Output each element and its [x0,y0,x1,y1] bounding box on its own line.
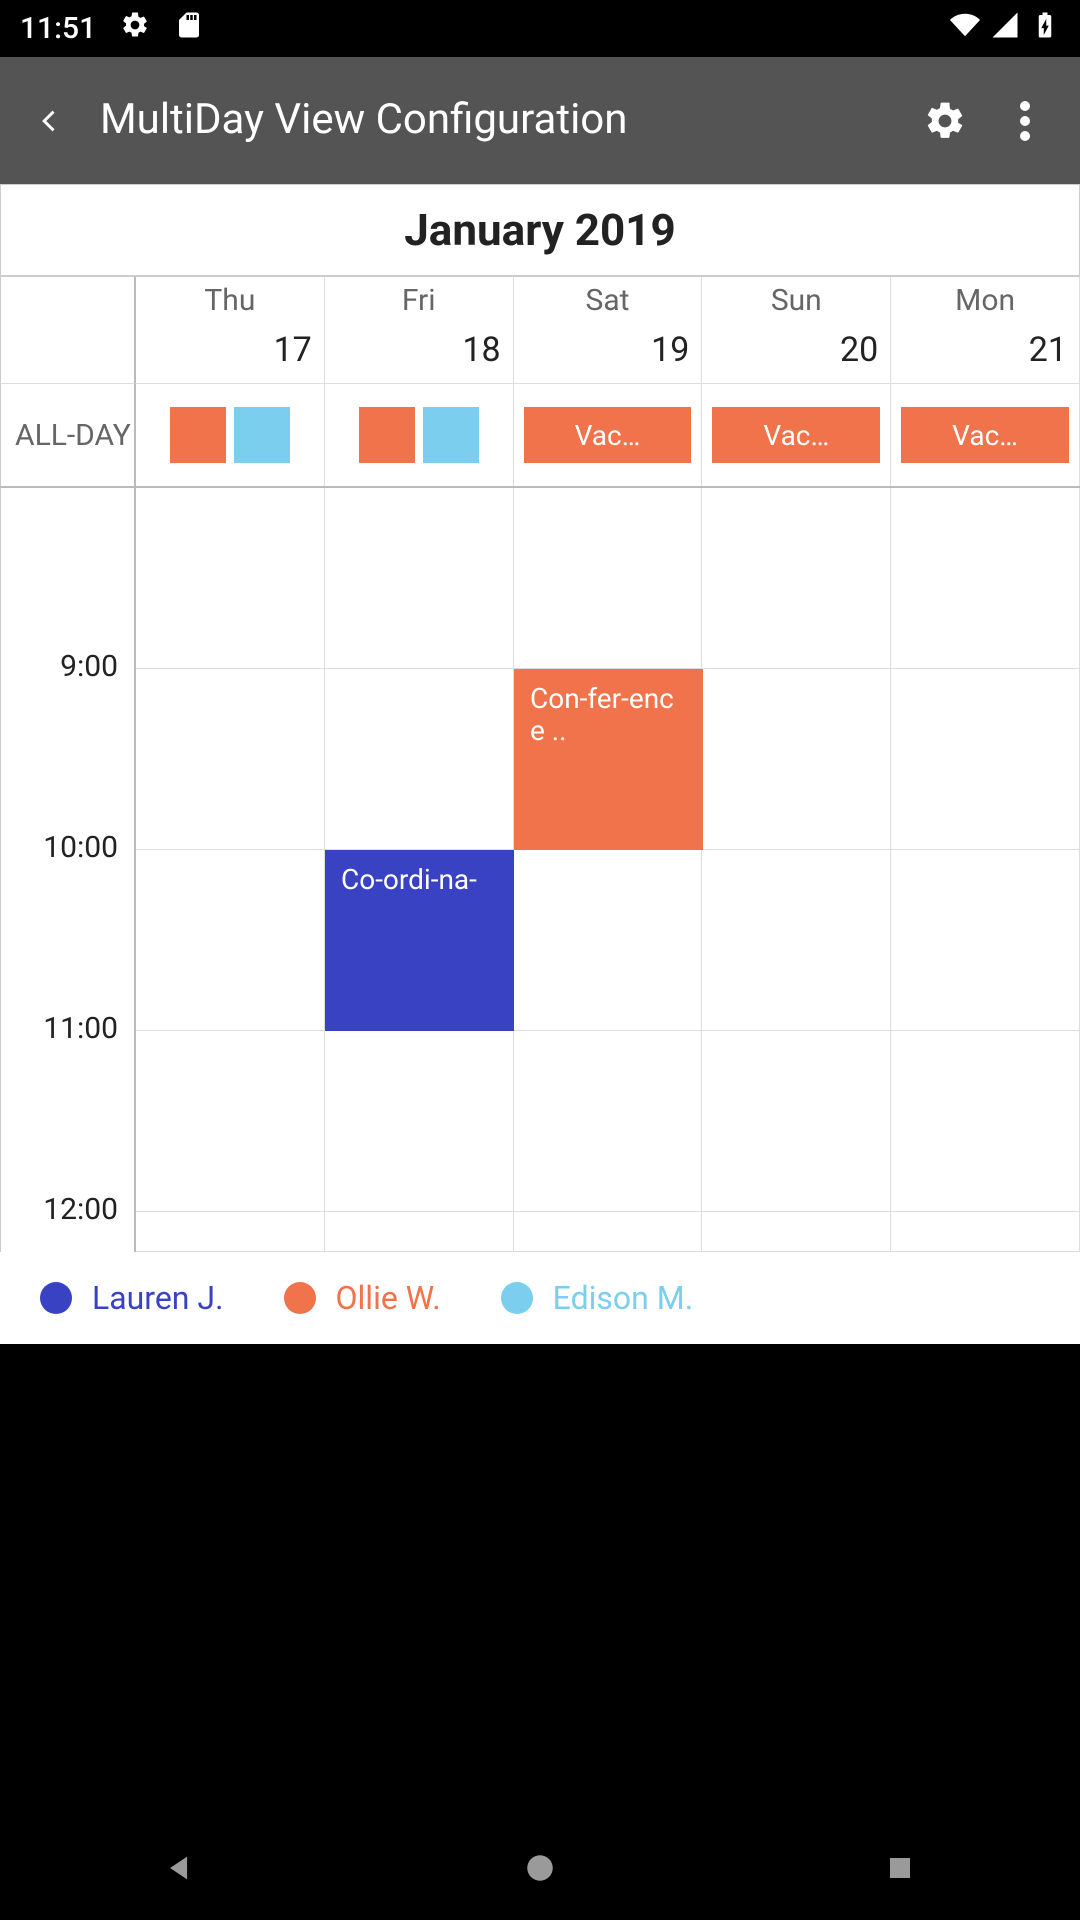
day-name[interactable]: Sun [702,276,891,324]
day-numbers-row: 17 18 19 20 21 [0,324,1080,384]
month-header: January 2019 [0,184,1080,276]
day-name[interactable]: Fri [325,276,514,324]
legend-item-edison[interactable]: Edison M. [501,1279,693,1317]
hour-label: 11:00 [0,1031,136,1212]
allday-event-ollie[interactable] [359,407,415,463]
allday-cell-sun[interactable]: Vac… [702,384,891,486]
allday-event-vacation[interactable]: Vac… [524,407,692,463]
hour-cell[interactable] [891,1212,1080,1252]
hour-text: 11:00 [43,1011,118,1046]
legend-label: Ollie W. [336,1279,441,1317]
hour-cell[interactable] [136,488,325,669]
allday-cell-mon[interactable]: Vac… [891,384,1080,486]
hour-cell[interactable] [325,1031,514,1212]
hour-cell[interactable] [702,1212,891,1252]
event-conference[interactable]: Con-fer-ence .. [514,669,703,850]
month-label: January 2019 [404,204,676,256]
legend-dot [284,1282,316,1314]
app-title: MultiDay View Configuration [100,94,890,147]
nav-back-button[interactable] [155,1843,205,1893]
legend-label: Lauren J. [92,1279,224,1317]
gutter-head [0,276,136,324]
hour-cell[interactable] [514,850,703,1031]
app-bar: MultiDay View Configuration [0,57,1080,184]
hour-cell[interactable] [702,669,891,850]
legend-label: Edison M. [553,1279,693,1317]
hour-cell[interactable] [891,669,1080,850]
calendar: Thu Fri Sat Sun Mon 17 18 19 20 21 ALL-D… [0,276,1080,1252]
overflow-menu-button[interactable] [1000,96,1050,146]
android-nav-bar [0,1815,1080,1920]
day-number[interactable]: 17 [136,324,325,384]
hour-cell[interactable] [136,1212,325,1252]
allday-event-vacation[interactable]: Vac… [901,407,1069,463]
hour-cell[interactable] [891,850,1080,1031]
hour-label: 9:00 [0,669,136,850]
allday-cell-sat[interactable]: Vac… [514,384,703,486]
day-name[interactable]: Mon [891,276,1080,324]
day-number[interactable]: 20 [702,324,891,384]
hour-cell[interactable] [325,669,514,850]
legend-item-ollie[interactable]: Ollie W. [284,1279,441,1317]
time-grid[interactable]: 9:00 10:00 11:00 [0,488,1080,1252]
day-number[interactable]: 18 [325,324,514,384]
event-coordination[interactable]: Co-ordi-na- [325,850,514,1031]
hour-cell[interactable] [891,488,1080,669]
allday-event-edison[interactable] [234,407,290,463]
allday-cell-thu[interactable] [136,384,325,486]
allday-row: ALL-DAY Vac… Vac… Vac… [0,384,1080,488]
battery-icon [1030,10,1060,48]
status-time: 11:51 [20,11,96,46]
allday-event-vacation[interactable]: Vac… [712,407,880,463]
allday-label: ALL-DAY [0,384,136,486]
hour-cell[interactable] [514,1031,703,1212]
hour-label: 10:00 [0,850,136,1031]
nav-home-button[interactable] [515,1843,565,1893]
cellular-icon [990,10,1020,48]
day-number[interactable]: 21 [891,324,1080,384]
day-name[interactable]: Thu [136,276,325,324]
gear-icon [120,10,150,48]
hour-cell[interactable] [136,850,325,1031]
hour-text: 12:00 [43,1192,118,1227]
hour-text: 9:00 [60,649,118,684]
legend: Lauren J. Ollie W. Edison M. [0,1252,1080,1344]
legend-dot [40,1282,72,1314]
hour-cell[interactable] [514,488,703,669]
hour-text: 10:00 [43,830,118,865]
hour-cell[interactable] [702,1031,891,1212]
gutter-num [0,324,136,384]
sd-card-icon [174,10,204,48]
hour-label: 12:00 [0,1212,136,1252]
day-name[interactable]: Sat [514,276,703,324]
allday-event-ollie[interactable] [170,407,226,463]
hour-cell[interactable] [325,1212,514,1252]
status-bar: 11:51 [0,0,1080,57]
hour-gutter [0,488,136,669]
legend-item-lauren[interactable]: Lauren J. [40,1279,224,1317]
hour-cell[interactable] [514,1212,703,1252]
allday-event-edison[interactable] [423,407,479,463]
day-number[interactable]: 19 [514,324,703,384]
nav-recent-button[interactable] [875,1843,925,1893]
hour-cell[interactable] [702,850,891,1031]
wifi-icon [950,10,980,48]
hour-cell[interactable] [891,1031,1080,1212]
settings-button[interactable] [920,96,970,146]
hour-cell[interactable] [136,669,325,850]
hour-cell[interactable] [325,488,514,669]
back-button[interactable] [30,101,70,141]
allday-cell-fri[interactable] [325,384,514,486]
day-names-row: Thu Fri Sat Sun Mon [0,276,1080,324]
legend-dot [501,1282,533,1314]
hour-cell[interactable] [136,1031,325,1212]
hour-cell[interactable] [702,488,891,669]
